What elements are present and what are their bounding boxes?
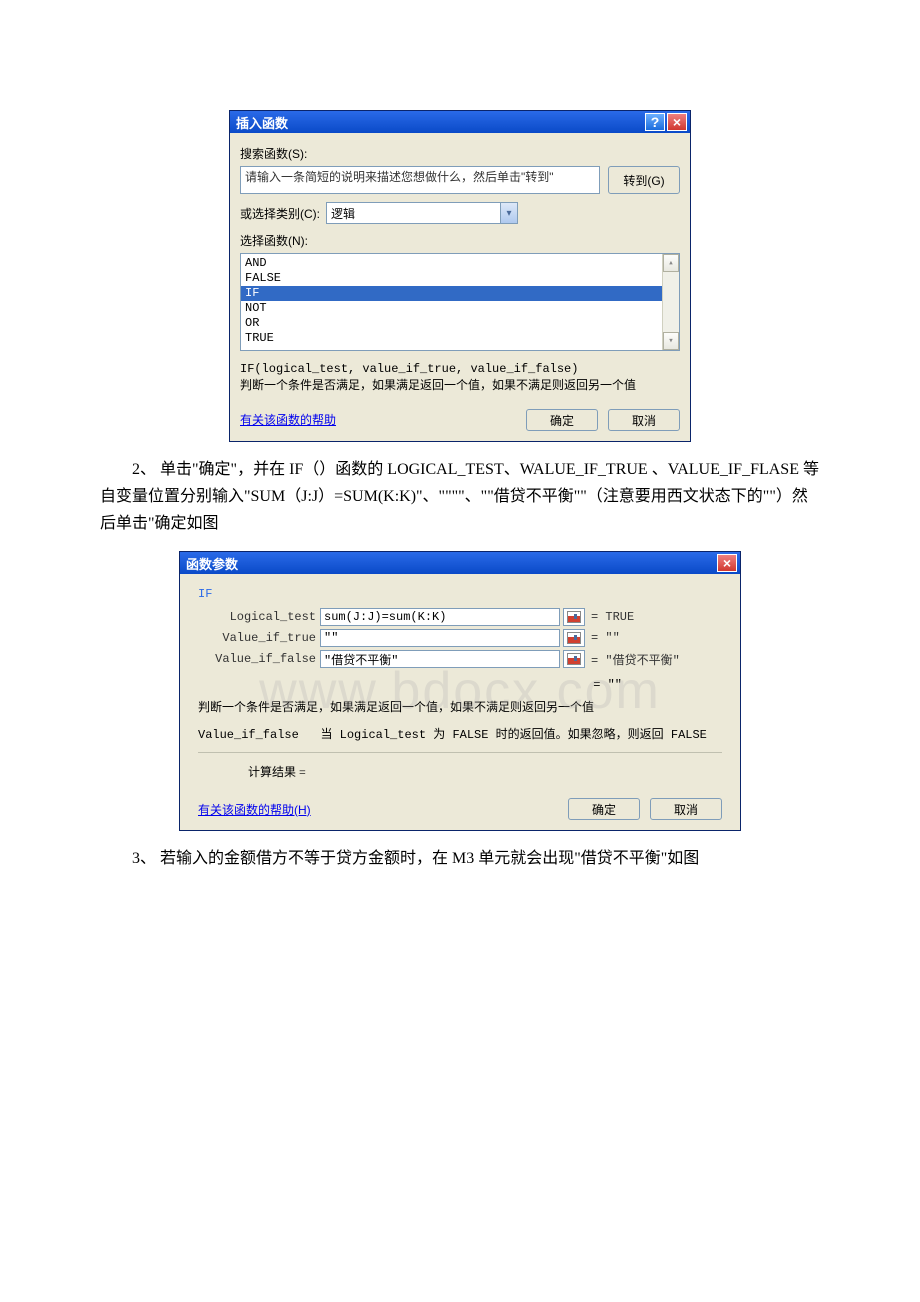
go-button[interactable]: 转到(G) — [608, 166, 680, 194]
dialog-titlebar[interactable]: 函数参数 × — [180, 552, 740, 574]
function-description: 判断一个条件是否满足，如果满足返回一个值，如果不满足则返回另一个值 — [240, 378, 680, 395]
overall-result: = "" — [198, 678, 722, 692]
scrollbar[interactable]: ▴ ▾ — [662, 254, 679, 350]
help-icon[interactable]: ? — [645, 113, 665, 131]
list-item-selected[interactable]: IF — [241, 286, 663, 301]
dialog-titlebar[interactable]: 插入函数 ? × — [230, 111, 690, 133]
select-function-label: 选择函数(N): — [240, 232, 680, 249]
arg-result: = "" — [585, 631, 620, 645]
list-item[interactable]: NOT — [245, 301, 659, 316]
range-select-icon[interactable] — [563, 629, 585, 647]
scroll-up-icon[interactable]: ▴ — [663, 254, 679, 272]
arg-row: Logical_test = TRUE — [198, 608, 722, 626]
arg-row: Value_if_true = "" — [198, 629, 722, 647]
value-if-true-input[interactable] — [320, 629, 560, 647]
arg-label: Value_if_false — [198, 652, 320, 666]
help-link[interactable]: 有关该函数的帮助 — [240, 411, 336, 428]
search-label: 搜索函数(S): — [240, 145, 680, 162]
category-value: 逻辑 — [327, 205, 500, 222]
list-item[interactable]: OR — [245, 316, 659, 331]
help-link[interactable]: 有关该函数的帮助(H) — [198, 801, 311, 818]
logical-test-input[interactable] — [320, 608, 560, 626]
function-description: 判断一个条件是否满足，如果满足返回一个值，如果不满足则返回另一个值 — [198, 698, 722, 715]
arg-result: = "借贷不平衡" — [585, 651, 680, 668]
dialog-title: 插入函数 — [236, 113, 288, 132]
scroll-down-icon[interactable]: ▾ — [663, 332, 679, 350]
insert-function-dialog: 插入函数 ? × 搜索函数(S): 请输入一条简短的说明来描述您想做什么，然后单… — [229, 110, 691, 442]
function-listbox[interactable]: AND FALSE IF NOT OR TRUE ▴ ▾ — [240, 253, 680, 351]
list-item[interactable]: FALSE — [245, 271, 659, 286]
search-input[interactable]: 请输入一条简短的说明来描述您想做什么，然后单击"转到" — [240, 166, 600, 194]
arg-result: = TRUE — [585, 610, 634, 624]
arg-hint-label: Value_if_false — [198, 728, 299, 742]
list-item[interactable]: AND — [245, 256, 659, 271]
range-select-icon[interactable] — [563, 650, 585, 668]
function-arguments-dialog: www.bdocx.com 函数参数 × IF Logical_test = T… — [179, 551, 741, 831]
function-name: IF — [198, 587, 212, 601]
ok-button[interactable]: 确定 — [526, 409, 598, 431]
arg-label: Value_if_true — [198, 631, 320, 645]
arg-row: Value_if_false = "借贷不平衡" — [198, 650, 722, 668]
ok-button[interactable]: 确定 — [568, 798, 640, 820]
arg-hint: 当 Logical_test 为 FALSE 时的返回值。如果忽略，则返回 FA… — [320, 728, 706, 742]
cancel-button[interactable]: 取消 — [608, 409, 680, 431]
cancel-button[interactable]: 取消 — [650, 798, 722, 820]
arg-label: Logical_test — [198, 610, 320, 624]
category-label: 或选择类别(C): — [240, 205, 320, 222]
calc-result-label: 计算结果 = — [198, 759, 722, 784]
close-icon[interactable]: × — [717, 554, 737, 572]
paragraph-2: 2、 单击"确定"，并在 IF（）函数的 LOGICAL_TEST、WALUE_… — [100, 456, 820, 538]
function-syntax: IF(logical_test, value_if_true, value_if… — [240, 361, 680, 378]
list-item[interactable]: TRUE — [245, 331, 659, 346]
dialog-title: 函数参数 — [186, 554, 238, 573]
paragraph-3: 3、 若输入的金额借方不等于贷方金额时，在 M3 单元就会出现"借贷不平衡"如图 — [100, 845, 820, 872]
value-if-false-input[interactable] — [320, 650, 560, 668]
close-icon[interactable]: × — [667, 113, 687, 131]
chevron-down-icon[interactable]: ▾ — [500, 203, 517, 223]
range-select-icon[interactable] — [563, 608, 585, 626]
category-combo[interactable]: 逻辑 ▾ — [326, 202, 518, 224]
